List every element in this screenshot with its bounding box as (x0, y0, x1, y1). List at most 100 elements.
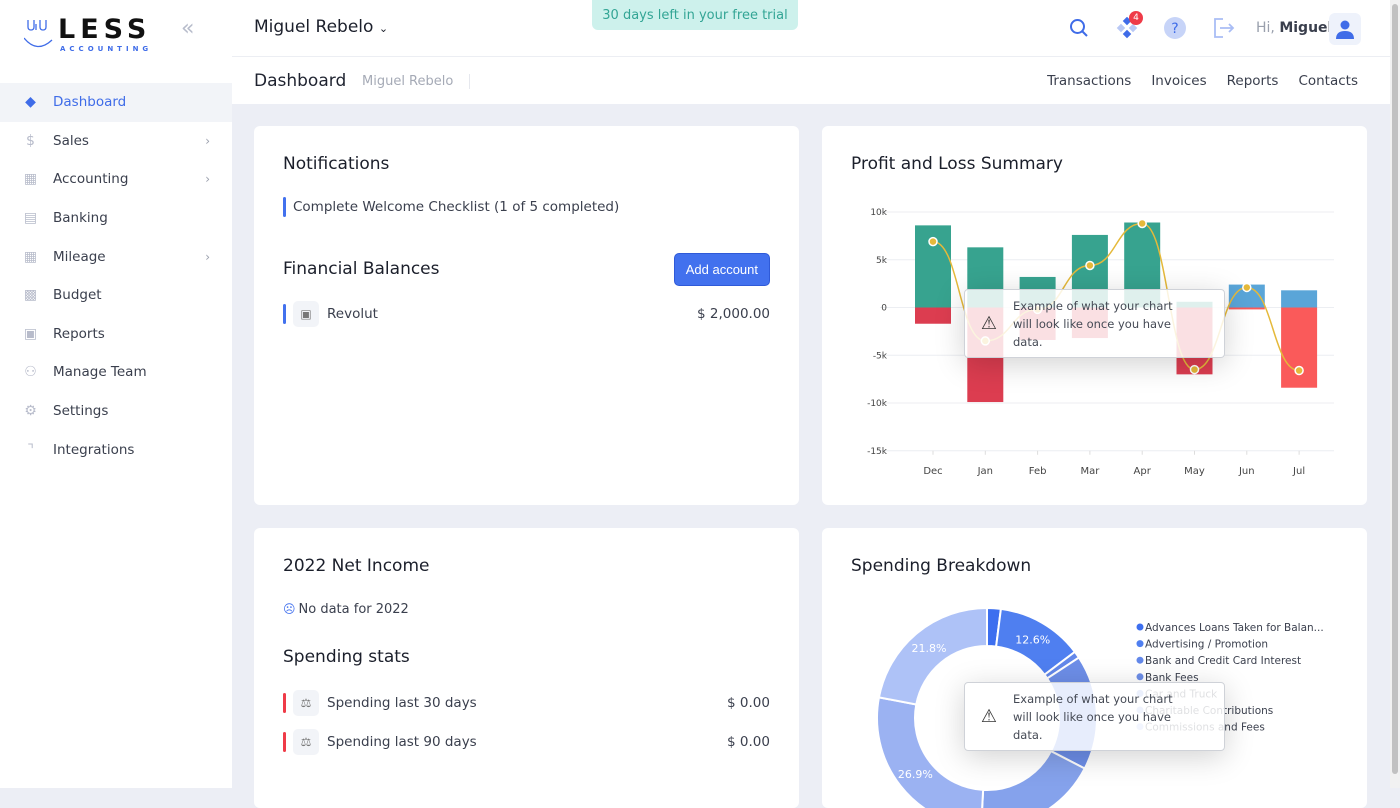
chevron-right-icon: › (205, 172, 210, 187)
top-bar: Miguel Rebelo ⌄ 30 days left in your fre… (232, 0, 1390, 57)
logo[interactable]: LESS ACCOUNTING (24, 14, 154, 58)
y-tick-label: -5k (873, 351, 888, 361)
user-greeting: Hi, Miguel (1256, 20, 1333, 36)
chevron-right-icon: › (205, 249, 210, 264)
sidebar-item-manage-team[interactable]: ⚇ Manage Team (0, 353, 232, 392)
scale-icon: ⚖ (293, 729, 319, 755)
sidebar: LESS ACCOUNTING « ◆ Dashboard $ Sales › ▦ Acco… (0, 0, 232, 788)
page-title: Dashboard (254, 71, 347, 91)
user-icon (1336, 20, 1354, 39)
cash-icon: ▣ (293, 301, 319, 327)
sidebar-item-banking[interactable]: ▤ Banking (0, 199, 232, 238)
link-reports[interactable]: Reports (1227, 73, 1279, 89)
link-invoices[interactable]: Invoices (1151, 73, 1206, 89)
smile-logo-icon (24, 20, 53, 48)
notification-item[interactable]: Complete Welcome Checklist (1 of 5 compl… (283, 195, 770, 219)
sidebar-item-reports[interactable]: ▣ Reports (0, 315, 232, 354)
company-selector[interactable]: Miguel Rebelo ⌄ (254, 17, 388, 37)
help-button[interactable]: ? (1163, 16, 1187, 40)
spending-row[interactable]: ⚖ Spending last 30 days $ 0.00 (283, 690, 770, 716)
net-income-card: 2022 Net Income ☹ No data for 2022 Spendi… (254, 528, 799, 808)
logo-tagline: ACCOUNTING (60, 45, 153, 53)
legend-label: Advertising / Promotion (1145, 639, 1268, 651)
y-tick-label: -10k (867, 399, 888, 409)
sidebar-item-sales[interactable]: $ Sales › (0, 122, 232, 161)
user-name: Miguel (1279, 20, 1333, 36)
y-tick-label: 10k (870, 208, 887, 218)
collapse-sidebar-button[interactable]: « (181, 16, 194, 41)
income-bar (1281, 290, 1318, 308)
spending-stats-title: Spending stats (283, 647, 410, 667)
sidebar-item-label: Sales (53, 132, 89, 149)
sidebar-item-label: Integrations (53, 441, 135, 458)
breadcrumb: Miguel Rebelo (362, 74, 471, 89)
sidebar-item-accounting[interactable]: ▦ Accounting › (0, 160, 232, 199)
dollar-icon: $ (26, 132, 35, 149)
users-icon: ⚇ (24, 364, 37, 381)
scrollbar-thumb[interactable] (1392, 4, 1398, 774)
chevron-down-icon: ⌄ (378, 22, 389, 35)
notifications-title: Notifications (283, 154, 390, 174)
expense-bar (1281, 307, 1318, 388)
x-tick-label: Mar (1080, 466, 1100, 477)
svg-text:?: ? (1171, 21, 1178, 37)
slice-label: 26.9% (898, 768, 933, 781)
net-point (1294, 365, 1304, 376)
avatar[interactable] (1329, 13, 1361, 45)
sidebar-item-label: Mileage (53, 248, 106, 265)
add-account-button[interactable]: Add account (673, 253, 770, 286)
legend-dot (1136, 656, 1144, 664)
sidebar-item-budget[interactable]: ▩ Budget (0, 276, 232, 315)
sidebar-item-label: Settings (53, 403, 109, 420)
sub-header: Dashboard Miguel Rebelo Transactions Inv… (232, 57, 1390, 104)
document-icon: ▣ (23, 325, 38, 342)
scrollbar[interactable] (1390, 0, 1400, 788)
legend-dot (1136, 623, 1144, 631)
calculator-icon: ▩ (23, 287, 38, 304)
spending-donut-chart: 12.6% 26.9% 21.8% Advances Loans Taken for … (876, 606, 1324, 808)
sidebar-item-label: Budget (53, 287, 102, 304)
quick-links: Transactions Invoices Reports Contacts (1047, 73, 1358, 89)
x-tick-label: Jun (1238, 466, 1255, 477)
profit-loss-card: Profit and Loss Summary 10k 5k 0 -5k -10k -15… (822, 126, 1367, 505)
grid-icon: ▦ (23, 248, 38, 265)
link-contacts[interactable]: Contacts (1298, 73, 1358, 89)
notifications-button[interactable]: 4 (1115, 11, 1143, 40)
sidebar-item-label: Banking (53, 210, 108, 227)
logout-button[interactable] (1211, 16, 1235, 40)
sample-data-notice: ⚠ Example of what your chart will look li… (964, 682, 1225, 751)
trial-banner[interactable]: 30 days left in your free trial (592, 0, 798, 30)
net-point (1085, 260, 1095, 271)
help-icon: ? (1164, 17, 1186, 39)
gear-icon: ⚙ (24, 403, 37, 420)
sad-face-icon: ☹ (283, 602, 296, 616)
sidebar-item-mileage[interactable]: ▦ Mileage › (0, 237, 232, 276)
notifications-card: Notifications Complete Welcome Checklist… (254, 126, 799, 505)
y-tick-label: -15k (867, 447, 888, 457)
spending-row[interactable]: ⚖ Spending last 90 days $ 0.00 (283, 729, 770, 755)
net-income-title: 2022 Net Income (283, 556, 430, 576)
layers-icon: ◆ (25, 94, 36, 111)
slice-label: 21.8% (912, 642, 947, 655)
net-point (1137, 218, 1147, 229)
account-amount: $ 2,000.00 (697, 306, 770, 322)
scale-icon: ⚖ (293, 690, 319, 716)
donut-slice (981, 749, 1087, 808)
net-point (1189, 364, 1200, 375)
sidebar-item-label: Accounting (53, 171, 129, 188)
x-tick-label: Jul (1292, 466, 1305, 477)
link-transactions[interactable]: Transactions (1047, 73, 1131, 89)
net-point (928, 236, 938, 247)
sidebar-item-integrations[interactable]: ⌝ Integrations (0, 430, 232, 469)
sidebar-item-label: Dashboard (53, 94, 127, 111)
account-name: Revolut (327, 306, 378, 322)
legend-label: Advances Loans Taken for Balan... (1145, 622, 1324, 634)
sidebar-item-settings[interactable]: ⚙ Settings (0, 392, 232, 431)
logout-icon (1214, 18, 1235, 38)
account-row[interactable]: ▣ Revolut $ 2,000.00 (283, 301, 770, 327)
search-button[interactable] (1067, 16, 1091, 40)
x-tick-label: Jan (977, 466, 993, 477)
legend-label: Bank and Credit Card Interest (1145, 655, 1301, 667)
sidebar-item-dashboard[interactable]: ◆ Dashboard (0, 83, 232, 122)
no-data-message: ☹ No data for 2022 (283, 601, 409, 617)
